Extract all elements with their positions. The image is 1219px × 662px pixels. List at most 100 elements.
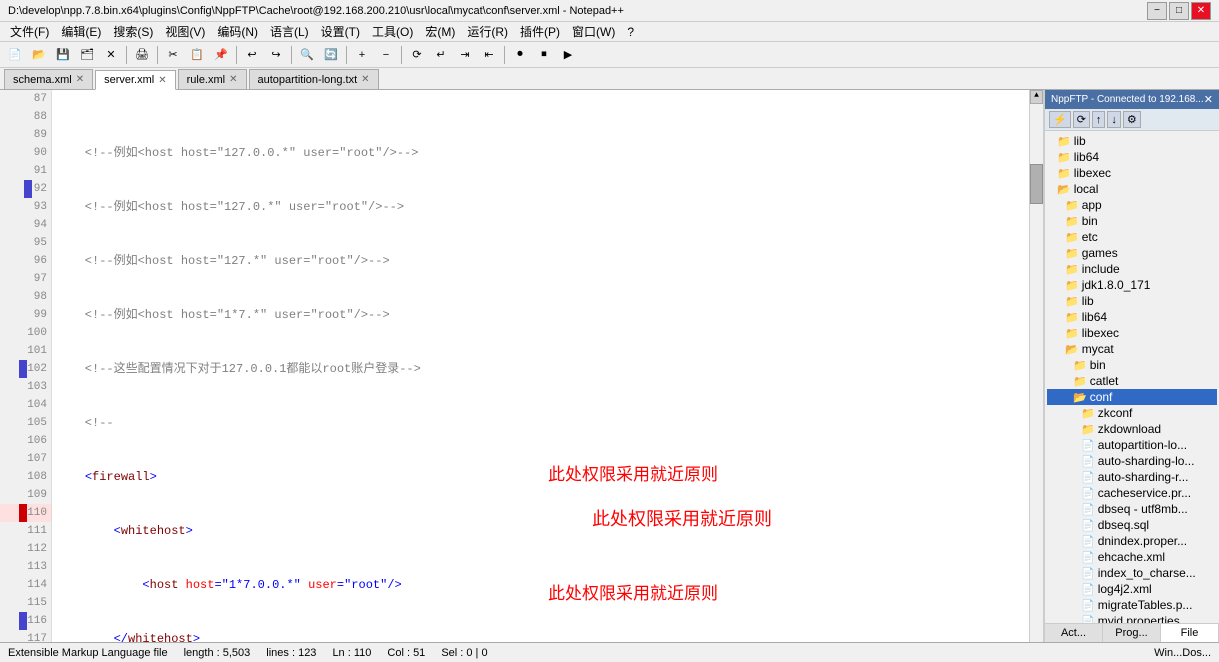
sidebar-tab-file[interactable]: File bbox=[1161, 624, 1219, 642]
tree-item-lib[interactable]: 📁lib bbox=[1047, 133, 1217, 149]
tree-item-cacheservice[interactable]: 📄cacheservice.pr... bbox=[1047, 485, 1217, 501]
annotation-label: 此处权限采用就近原则 bbox=[592, 510, 772, 528]
menu-settings[interactable]: 设置(T) bbox=[315, 21, 366, 42]
redo-button[interactable]: ↪ bbox=[265, 44, 287, 66]
menu-help[interactable]: ? bbox=[621, 23, 640, 41]
file-icon-auto-sharding-r: 📄 bbox=[1081, 471, 1095, 484]
deindent-button[interactable]: ⇤ bbox=[478, 44, 500, 66]
zoom-in-button[interactable]: + bbox=[351, 44, 373, 66]
file-icon-index-to-charse: 📄 bbox=[1081, 567, 1095, 580]
tree-item-myid[interactable]: 📄myid.properties bbox=[1047, 613, 1217, 623]
tree-item-mycat-bin[interactable]: 📁bin bbox=[1047, 357, 1217, 373]
undo-button[interactable]: ↩ bbox=[241, 44, 263, 66]
play-button[interactable]: ▶ bbox=[557, 44, 579, 66]
tree-item-app[interactable]: 📁app bbox=[1047, 197, 1217, 213]
record-button[interactable]: ⏺ bbox=[509, 44, 531, 66]
tree-item-conf[interactable]: 📂conf bbox=[1047, 389, 1217, 405]
sidebar-btn-refresh[interactable]: ⟳ bbox=[1073, 111, 1090, 128]
tab-server[interactable]: server.xml ✕ bbox=[95, 70, 176, 90]
tree-item-zkdownload[interactable]: 📁zkdownload bbox=[1047, 421, 1217, 437]
tree-item-autopartition[interactable]: 📄autopartition-lo... bbox=[1047, 437, 1217, 453]
close-button[interactable]: ✕ bbox=[1191, 2, 1211, 20]
find-button[interactable]: 🔍 bbox=[296, 44, 318, 66]
tab-close-server[interactable]: ✕ bbox=[158, 75, 166, 86]
menu-lang[interactable]: 语言(L) bbox=[264, 21, 315, 42]
zoom-out-button[interactable]: − bbox=[375, 44, 397, 66]
menu-edit[interactable]: 编辑(E) bbox=[55, 21, 107, 42]
tree-item-games[interactable]: 📁games bbox=[1047, 245, 1217, 261]
menu-plugins[interactable]: 插件(P) bbox=[514, 21, 566, 42]
line-num-110: 110 bbox=[0, 504, 51, 522]
tree-item-dbseq-sql[interactable]: 📄dbseq.sql bbox=[1047, 517, 1217, 533]
menu-file[interactable]: 文件(F) bbox=[4, 21, 55, 42]
close-button2[interactable]: ✕ bbox=[100, 44, 122, 66]
tree-item-local[interactable]: 📂local bbox=[1047, 181, 1217, 197]
menu-macro[interactable]: 宏(M) bbox=[419, 21, 461, 42]
tree-item-log4j2[interactable]: 📄log4j2.xml bbox=[1047, 581, 1217, 597]
line-num-114: 114 bbox=[0, 576, 51, 594]
new-button[interactable]: 📄 bbox=[4, 44, 26, 66]
save-button[interactable]: 💾 bbox=[52, 44, 74, 66]
menu-run[interactable]: 运行(R) bbox=[461, 21, 514, 42]
sep2 bbox=[157, 46, 158, 64]
menu-tools[interactable]: 工具(O) bbox=[366, 21, 419, 42]
print-button[interactable]: 🖨 bbox=[131, 44, 153, 66]
save-all-button[interactable]: 🗂 bbox=[76, 44, 98, 66]
tree-item-jdk[interactable]: 📁jdk1.8.0_171 bbox=[1047, 277, 1217, 293]
tab-autopartition[interactable]: autopartition-long.txt ✕ bbox=[249, 69, 379, 89]
sidebar-tab-act[interactable]: Act... bbox=[1045, 624, 1103, 642]
replace-button[interactable]: 🔄 bbox=[320, 44, 342, 66]
tab-close-schema[interactable]: ✕ bbox=[76, 74, 84, 85]
tree-item-auto-sharding-r[interactable]: 📄auto-sharding-r... bbox=[1047, 469, 1217, 485]
tree-item-libexec-local[interactable]: 📁libexec bbox=[1047, 325, 1217, 341]
scroll-thumb[interactable] bbox=[1030, 164, 1043, 204]
copy-button[interactable]: 📋 bbox=[186, 44, 208, 66]
vertical-scrollbar[interactable]: ▲ ▼ bbox=[1029, 90, 1043, 642]
minimize-button[interactable]: − bbox=[1147, 2, 1167, 20]
tree-item-dbseq-utf8[interactable]: 📄dbseq - utf8mb... bbox=[1047, 501, 1217, 517]
tree-item-dnindex[interactable]: 📄dnindex.proper... bbox=[1047, 533, 1217, 549]
scroll-up-button[interactable]: ▲ bbox=[1030, 90, 1043, 104]
maximize-button[interactable]: □ bbox=[1169, 2, 1189, 20]
menu-encode[interactable]: 编码(N) bbox=[211, 21, 264, 42]
code-area[interactable]: <!--例如<host host="127.0.0.*" user="root"… bbox=[52, 90, 1029, 642]
tree-item-index-to-charse[interactable]: 📄index_to_charse... bbox=[1047, 565, 1217, 581]
sidebar-btn-download[interactable]: ↓ bbox=[1107, 111, 1121, 128]
editor[interactable]: 87 88 89 90 91 92 93 94 95 96 97 98 99 1… bbox=[0, 90, 1044, 642]
scroll-track[interactable] bbox=[1030, 104, 1043, 642]
tab-close-rule[interactable]: ✕ bbox=[229, 74, 237, 85]
menu-view[interactable]: 视图(V) bbox=[159, 21, 211, 42]
tree-item-lib-local[interactable]: 📁lib bbox=[1047, 293, 1217, 309]
tree-item-bin[interactable]: 📁bin bbox=[1047, 213, 1217, 229]
wrap-button[interactable]: ↵ bbox=[430, 44, 452, 66]
tab-schema[interactable]: schema.xml ✕ bbox=[4, 69, 93, 89]
open-button[interactable]: 📂 bbox=[28, 44, 50, 66]
sidebar-tree[interactable]: 📁lib 📁lib64 📁libexec 📂local 📁app 📁bin 📁e… bbox=[1045, 131, 1219, 623]
tree-item-etc[interactable]: 📁etc bbox=[1047, 229, 1217, 245]
tree-item-lib64[interactable]: 📁lib64 bbox=[1047, 149, 1217, 165]
status-lang: Extensible Markup Language file bbox=[8, 647, 168, 659]
sidebar-btn-connect[interactable]: ⚡ bbox=[1049, 111, 1071, 128]
tree-item-zkconf[interactable]: 📁zkconf bbox=[1047, 405, 1217, 421]
tree-item-libexec[interactable]: 📁libexec bbox=[1047, 165, 1217, 181]
sidebar-btn-settings[interactable]: ⚙ bbox=[1123, 111, 1141, 128]
tree-item-lib64-local[interactable]: 📁lib64 bbox=[1047, 309, 1217, 325]
sync-button[interactable]: ⟳ bbox=[406, 44, 428, 66]
sidebar-btn-upload[interactable]: ↑ bbox=[1092, 111, 1106, 128]
indent-button[interactable]: ⇥ bbox=[454, 44, 476, 66]
sidebar-close[interactable]: ✕ bbox=[1204, 93, 1213, 106]
tab-close-autopartition[interactable]: ✕ bbox=[361, 74, 369, 85]
tab-rule[interactable]: rule.xml ✕ bbox=[178, 69, 247, 89]
tree-item-auto-sharding-lo[interactable]: 📄auto-sharding-lo... bbox=[1047, 453, 1217, 469]
tree-item-migratetables[interactable]: 📄migrateTables.p... bbox=[1047, 597, 1217, 613]
menu-window[interactable]: 窗口(W) bbox=[566, 21, 621, 42]
sidebar-tab-prog[interactable]: Prog... bbox=[1103, 624, 1161, 642]
stop-button[interactable]: ⏹ bbox=[533, 44, 555, 66]
paste-button[interactable]: 📌 bbox=[210, 44, 232, 66]
tree-item-ehcache[interactable]: 📄ehcache.xml bbox=[1047, 549, 1217, 565]
tree-item-include[interactable]: 📁include bbox=[1047, 261, 1217, 277]
tree-item-catlet[interactable]: 📁catlet bbox=[1047, 373, 1217, 389]
cut-button[interactable]: ✂ bbox=[162, 44, 184, 66]
tree-item-mycat[interactable]: 📂mycat bbox=[1047, 341, 1217, 357]
menu-search[interactable]: 搜索(S) bbox=[107, 21, 159, 42]
